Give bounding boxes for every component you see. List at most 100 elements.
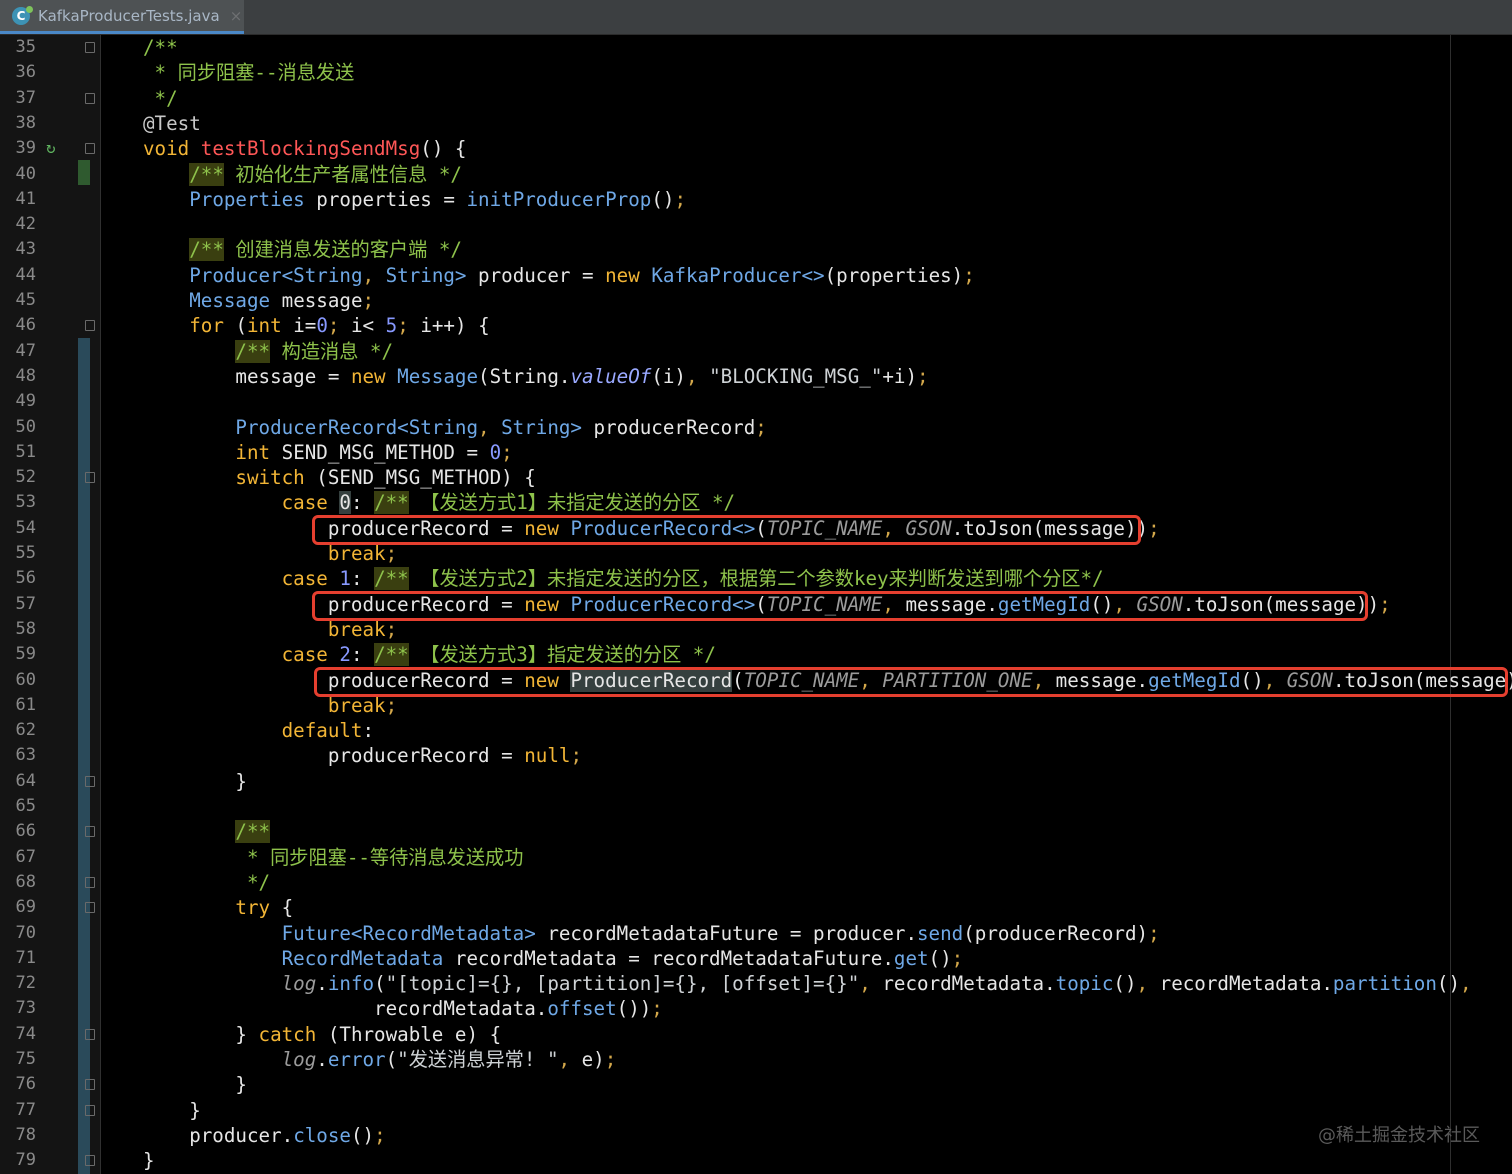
- code-token: (: [235, 314, 247, 338]
- line-number: 48: [15, 365, 36, 386]
- fold-toggle-icon[interactable]: [84, 901, 95, 914]
- run-test-icon[interactable]: ↻: [46, 139, 56, 157]
- code-token: 构造消息 */: [270, 339, 394, 363]
- code-line[interactable]: 51 int SEND_MSG_METHOD = 0;: [0, 440, 1512, 465]
- fold-toggle-icon[interactable]: [84, 1078, 95, 1091]
- code-line[interactable]: 59 case 2: /** 【发送方式3】指定发送的分区 */: [0, 642, 1512, 667]
- code-token: "BLOCKING_MSG_": [709, 364, 883, 388]
- code-line[interactable]: 47 /** 构造消息 */: [0, 339, 1512, 364]
- code-token: null: [524, 744, 571, 768]
- code-line[interactable]: 48 message = new Message(String.valueOf(…: [0, 364, 1512, 389]
- fold-toggle-icon[interactable]: [84, 1104, 95, 1116]
- code-line[interactable]: 49: [0, 389, 1512, 414]
- code-line[interactable]: 66 /**: [0, 819, 1512, 844]
- code-line[interactable]: 53 case 0: /** 【发送方式1】未指定发送的分区 */: [0, 490, 1512, 515]
- fold-toggle-icon[interactable]: [84, 825, 95, 838]
- code-line[interactable]: 63 producerRecord = null;: [0, 743, 1512, 768]
- code-token: close: [293, 1123, 351, 1147]
- code-line[interactable]: 79}: [0, 1148, 1512, 1173]
- code-line[interactable]: 70 Future<RecordMetadata> recordMetadata…: [0, 921, 1512, 946]
- code-line[interactable]: 73 recordMetadata.offset());: [0, 996, 1512, 1021]
- editor-tab-bar: C KafkaProducerTests.java ×: [0, 0, 1512, 35]
- code-line[interactable]: 56 case 1: /** 【发送方式2】未指定发送的分区，根据第二个参数ke…: [0, 566, 1512, 591]
- code-token: Properties: [189, 187, 305, 211]
- code-token: producer.: [143, 1123, 294, 1147]
- code-line[interactable]: 78 producer.close();: [0, 1123, 1512, 1148]
- code-token: */: [143, 870, 271, 894]
- tab-kafka-producer-tests[interactable]: C KafkaProducerTests.java ×: [0, 0, 244, 34]
- code-text: * 同步阻塞--消息发送: [143, 60, 355, 85]
- code-token: message: [270, 289, 363, 312]
- line-number: 70: [15, 922, 36, 943]
- code-token: ,: [859, 972, 883, 996]
- code-line[interactable]: 62 default:: [0, 718, 1512, 743]
- code-line[interactable]: 77 }: [0, 1098, 1512, 1123]
- code-token: int: [247, 314, 294, 338]
- code-token: 【发送方式2】未指定发送的分区，根据第二个参数key来判断发送到哪个分区*/: [408, 567, 1104, 591]
- fold-toggle-icon[interactable]: [84, 876, 95, 888]
- code-token: /**: [374, 491, 409, 515]
- fold-toggle-icon[interactable]: [84, 471, 95, 484]
- code-token: int: [235, 440, 282, 464]
- code-line[interactable]: 44 Producer<String, String> producer = n…: [0, 263, 1512, 288]
- code-token: for: [189, 314, 236, 338]
- line-number: 46: [15, 315, 36, 336]
- code-line[interactable]: 65: [0, 794, 1512, 819]
- code-line[interactable]: 41 Properties properties = initProducerP…: [0, 187, 1512, 212]
- code-line[interactable]: 46 for (int i=0; i< 5; i++) {: [0, 313, 1512, 338]
- code-token: ;: [570, 744, 582, 768]
- line-number: 55: [15, 543, 36, 563]
- code-token: (): [1436, 972, 1460, 996]
- fold-toggle-icon[interactable]: [84, 142, 95, 155]
- code-token: 0: [339, 491, 351, 515]
- code-text: }: [143, 769, 247, 794]
- code-line[interactable]: 76 }: [0, 1072, 1512, 1097]
- code-text: try {: [143, 895, 293, 920]
- code-line[interactable]: 67 * 同步阻塞--等待消息发送成功: [0, 845, 1512, 870]
- fold-toggle-icon[interactable]: [84, 1028, 95, 1040]
- code-line[interactable]: 68 */: [0, 870, 1512, 895]
- fold-toggle-icon[interactable]: [84, 92, 95, 104]
- code-line[interactable]: 42: [0, 212, 1512, 237]
- code-token: ;: [963, 263, 975, 287]
- code-line[interactable]: 71 RecordMetadata recordMetadata = recor…: [0, 946, 1512, 971]
- code-line[interactable]: 37 */: [0, 86, 1512, 111]
- fold-toggle-icon[interactable]: [84, 41, 95, 53]
- code-line[interactable]: 38 @Test: [0, 111, 1512, 136]
- code-token: @Test: [143, 111, 201, 135]
- code-text: /**: [143, 35, 178, 60]
- code-line[interactable]: 74 } catch (Throwable e) {: [0, 1022, 1512, 1047]
- fold-toggle-icon[interactable]: [84, 1154, 95, 1167]
- code-token: (): [928, 946, 952, 970]
- code-line[interactable]: 35 /**: [0, 35, 1512, 60]
- code-token: break: [327, 617, 386, 641]
- code-line[interactable]: 75 log.error("发送消息异常! ", e);: [0, 1047, 1512, 1072]
- line-number: 35: [15, 37, 36, 57]
- code-line[interactable]: 50 ProducerRecord<String, String> produc…: [0, 415, 1512, 440]
- code-line[interactable]: 40 /** 初始化生产者属性信息 */: [0, 162, 1512, 187]
- code-token: :: [350, 491, 375, 515]
- code-token: new: [605, 263, 652, 287]
- code-line[interactable]: 45 Message message;: [0, 288, 1512, 313]
- code-text: Properties properties = initProducerProp…: [143, 187, 686, 212]
- code-editor[interactable]: 35/** 36 * 同步阻塞--消息发送 37 */38 @Test 39 ↻ void …: [0, 35, 1512, 1174]
- code-line[interactable]: 69 try {: [0, 895, 1512, 920]
- code-line[interactable]: 64 }: [0, 769, 1512, 794]
- code-line[interactable]: 72 log.info("[topic]={}, [partition]={},…: [0, 971, 1512, 996]
- fold-toggle-icon[interactable]: [84, 319, 95, 332]
- line-number: 56: [15, 568, 36, 589]
- code-token: ;: [755, 415, 767, 439]
- code-token: /**: [235, 339, 271, 363]
- code-line[interactable]: 39 ↻ void testBlockingSendMsg() {: [0, 136, 1512, 161]
- code-text: recordMetadata.offset());: [143, 996, 663, 1021]
- code-line[interactable]: 36 * 同步阻塞--消息发送: [0, 60, 1512, 85]
- code-line[interactable]: 52 switch (SEND_MSG_METHOD) {: [0, 465, 1512, 490]
- close-icon[interactable]: ×: [230, 7, 243, 25]
- fold-toggle-icon[interactable]: [84, 775, 95, 787]
- code-line[interactable]: 43 /** 创建消息发送的客户端 */: [0, 237, 1512, 262]
